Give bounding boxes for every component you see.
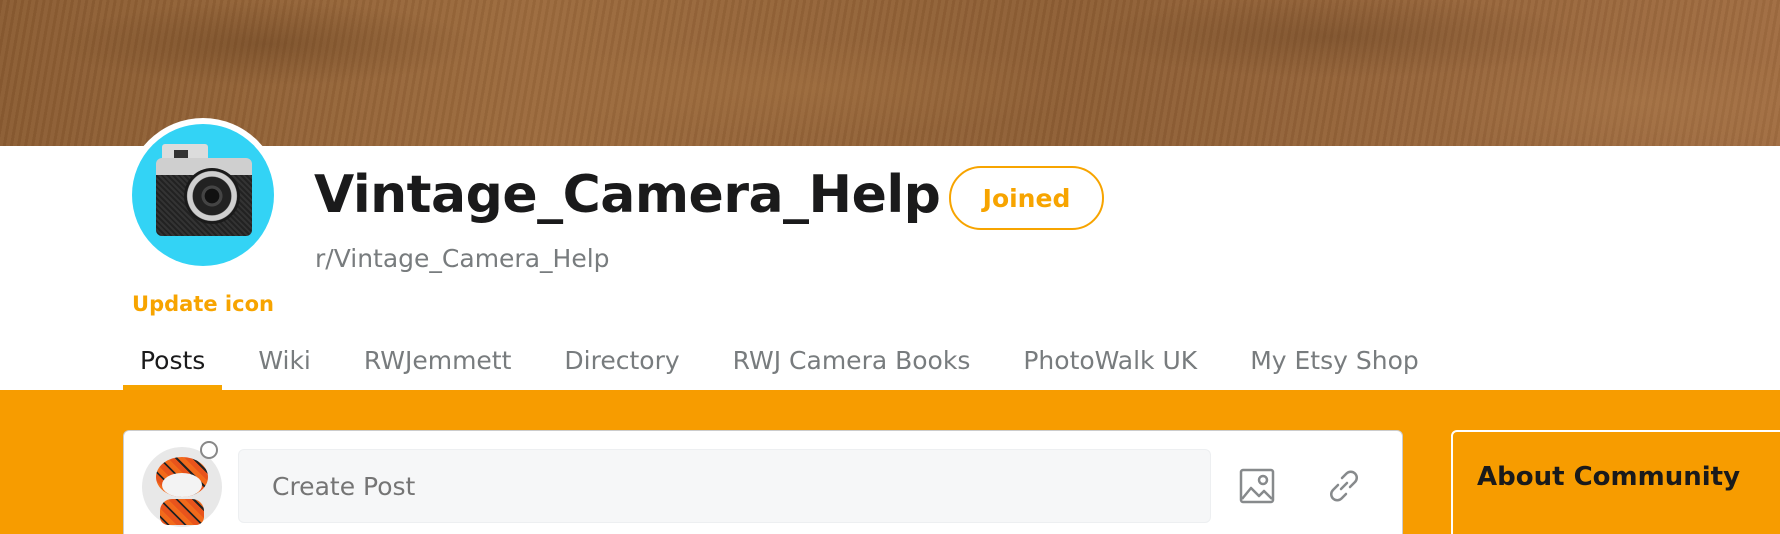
about-community-card: About Community: [1451, 430, 1780, 534]
tab-rwj-camera-books[interactable]: RWJ Camera Books: [716, 338, 988, 390]
camera-icon: [132, 124, 274, 266]
tab-photowalk-uk[interactable]: PhotoWalk UK: [1006, 338, 1214, 390]
tab-wiki[interactable]: Wiki: [241, 338, 328, 390]
tab-my-etsy-shop[interactable]: My Etsy Shop: [1233, 338, 1436, 390]
about-community-title: About Community: [1477, 462, 1741, 492]
tab-posts[interactable]: Posts: [123, 338, 223, 390]
community-title: Vintage_Camera_Help: [314, 165, 941, 225]
joined-button[interactable]: Joined: [949, 166, 1104, 230]
create-post-input[interactable]: [238, 449, 1211, 523]
user-avatar[interactable]: [142, 441, 222, 527]
update-icon-link[interactable]: Update icon: [126, 292, 280, 316]
community-banner: [0, 0, 1780, 146]
link-icon[interactable]: [1319, 461, 1369, 511]
tab-directory[interactable]: Directory: [547, 338, 696, 390]
community-slug: r/Vintage_Camera_Help: [315, 244, 610, 273]
community-tabs: Posts Wiki RWJemmett Directory RWJ Camer…: [123, 338, 1455, 390]
community-avatar[interactable]: [126, 118, 280, 272]
image-icon[interactable]: [1232, 461, 1282, 511]
tab-rwjemmett[interactable]: RWJemmett: [347, 338, 529, 390]
create-post-card: [123, 430, 1403, 534]
